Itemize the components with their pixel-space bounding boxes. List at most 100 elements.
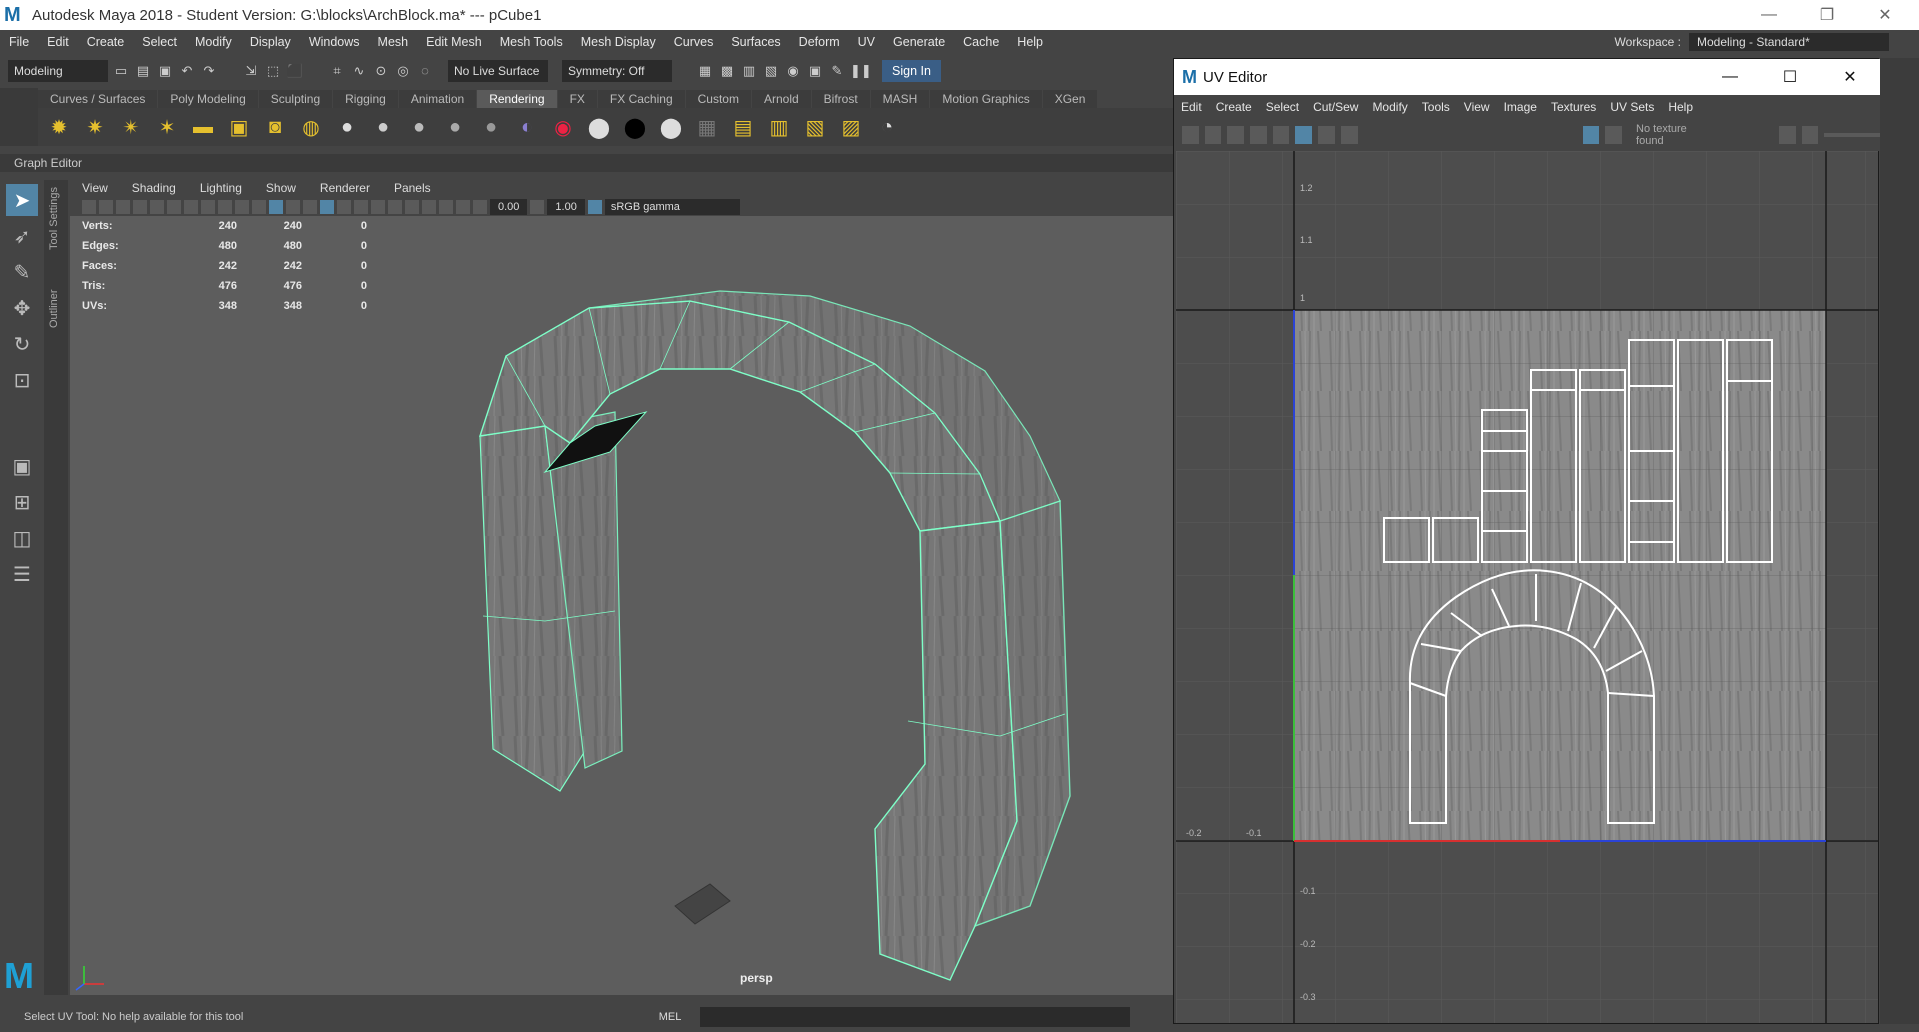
menu-windows[interactable]: Windows (300, 35, 369, 49)
xray-icon[interactable] (439, 200, 453, 214)
isolate-select-icon[interactable] (422, 200, 436, 214)
shelf-tab-xgen[interactable]: XGen (1042, 90, 1098, 108)
uv-minimize-button[interactable]: — (1700, 59, 1760, 95)
panel-menu-view[interactable]: View (70, 181, 120, 195)
menu-display[interactable]: Display (241, 35, 300, 49)
shelf-tab-arnold[interactable]: Arnold (751, 90, 811, 108)
select-hierarchy-icon[interactable]: ⇲ (242, 62, 260, 80)
antialiasing-icon[interactable] (388, 200, 402, 214)
safe-action-icon[interactable] (235, 200, 249, 214)
render-seq-icon[interactable]: ▨ (836, 112, 866, 142)
exposure-field[interactable]: 0.00 (490, 199, 528, 215)
menu-mesh-tools[interactable]: Mesh Tools (491, 35, 572, 49)
mode-dropdown[interactable]: Modeling (8, 60, 108, 82)
menu-select[interactable]: Select (133, 35, 186, 49)
command-line-input[interactable] (700, 1007, 1130, 1027)
texture-icon[interactable]: ▦ (692, 112, 722, 142)
undo-icon[interactable]: ↶ (178, 62, 196, 80)
minimize-button[interactable]: — (1740, 0, 1798, 30)
checker-icon[interactable] (1605, 126, 1623, 144)
panel-menu-panels[interactable]: Panels (382, 181, 443, 195)
tool-settings-tab[interactable]: Tool Settings (48, 187, 60, 250)
uv-menu-textures[interactable]: Textures (1544, 100, 1603, 114)
single-layout-icon[interactable]: ▣ (6, 450, 38, 482)
new-scene-icon[interactable]: ▭ (112, 62, 130, 80)
snap-point-icon[interactable]: ⊙ (372, 62, 390, 80)
bookmarks-icon[interactable] (116, 200, 130, 214)
resolution-gate-icon[interactable] (184, 200, 198, 214)
depth-of-field-icon[interactable] (405, 200, 419, 214)
shelf-tab-fx-caching[interactable]: FX Caching (597, 90, 685, 108)
camera-icon[interactable]: ◙ (260, 112, 290, 142)
use-lights-icon[interactable] (320, 200, 334, 214)
render-view-icon[interactable]: ▩ (718, 62, 736, 80)
mel-label[interactable]: MEL (640, 1011, 700, 1023)
menu-uv[interactable]: UV (849, 35, 884, 49)
motion-blur-icon[interactable] (371, 200, 385, 214)
uv-menu-image[interactable]: Image (1497, 100, 1544, 114)
surface-shader-icon[interactable]: ⬤ (584, 112, 614, 142)
uv-menu-create[interactable]: Create (1209, 100, 1259, 114)
directional-light-icon[interactable]: ✹ (44, 112, 74, 142)
select-component-icon[interactable]: ⬛ (286, 62, 304, 80)
spot-light-icon[interactable]: ✴ (116, 112, 146, 142)
menu-cache[interactable]: Cache (954, 35, 1008, 49)
batch-render-icon[interactable]: ▧ (800, 112, 830, 142)
smooth-shade-icon[interactable] (269, 200, 283, 214)
uv-camera-icon[interactable] (1340, 126, 1358, 144)
camera-select-icon[interactable] (82, 200, 96, 214)
workspace-dropdown[interactable]: Modeling - Standard* (1689, 33, 1889, 51)
ambient-light-icon[interactable]: ✶ (152, 112, 182, 142)
color-space-dropdown[interactable]: sRGB gamma (604, 199, 740, 215)
wireframe-on-shaded-icon[interactable] (286, 200, 300, 214)
uv-image-icon[interactable] (1801, 126, 1819, 144)
uv-shell-icon[interactable] (1182, 126, 1199, 144)
perspective-viewport[interactable]: Verts: 240 240 0 Edges: 480 480 0 Faces: 242 242… (70, 216, 1175, 995)
select-tool-icon[interactable]: ➤ (6, 184, 38, 216)
sign-in-button[interactable]: Sign In (882, 60, 941, 82)
render-frame-icon[interactable]: ▥ (740, 62, 758, 80)
menu-help[interactable]: Help (1008, 35, 1052, 49)
save-scene-icon[interactable]: ▣ (156, 62, 174, 80)
shelf-tab-fx[interactable]: FX (557, 90, 597, 108)
rotate-tool-icon[interactable]: ↻ (6, 328, 38, 360)
playblast-icon[interactable]: ◔ (872, 112, 902, 142)
display-image-icon[interactable] (1582, 126, 1600, 144)
shelf-tab-sculpting[interactable]: Sculpting (258, 90, 333, 108)
grid-toggle-icon[interactable] (150, 200, 164, 214)
menu-deform[interactable]: Deform (790, 35, 849, 49)
panel-menu-lighting[interactable]: Lighting (188, 181, 254, 195)
menu-surfaces[interactable]: Surfaces (722, 35, 789, 49)
menu-file[interactable]: File (0, 35, 38, 49)
uv-menu-cut-sew[interactable]: Cut/Sew (1306, 100, 1365, 114)
xray-joints-icon[interactable] (456, 200, 470, 214)
menu-generate[interactable]: Generate (884, 35, 954, 49)
pause-icon[interactable]: ❚❚ (850, 62, 872, 80)
outliner-tab[interactable]: Outliner (48, 289, 60, 328)
shadows-icon[interactable] (337, 200, 351, 214)
gamma-icon[interactable] (530, 200, 545, 214)
outliner-layout-icon[interactable]: ☰ (6, 558, 38, 590)
menu-edit[interactable]: Edit (38, 35, 78, 49)
uv-menu-modify[interactable]: Modify (1365, 100, 1414, 114)
image-plane-icon[interactable] (133, 200, 147, 214)
render-icon[interactable]: ▤ (728, 112, 758, 142)
shelf-tab-bifrost[interactable]: Bifrost (811, 90, 870, 108)
uv-frame-icon[interactable] (1272, 126, 1290, 144)
uv-edge-icon[interactable] (1227, 126, 1245, 144)
light-editor-icon[interactable]: ✎ (828, 62, 846, 80)
render-settings-icon[interactable]: ▦ (696, 62, 714, 80)
uv-close-button[interactable]: ✕ (1820, 59, 1880, 95)
scale-tool-icon[interactable]: ⊡ (6, 364, 38, 396)
uv-menu-edit[interactable]: Edit (1174, 100, 1209, 114)
film-gate-icon[interactable] (167, 200, 181, 214)
shading-map-icon[interactable]: ⬤ (656, 112, 686, 142)
uv-menu-view[interactable]: View (1457, 100, 1497, 114)
menu-curves[interactable]: Curves (665, 35, 723, 49)
menu-create[interactable]: Create (78, 35, 134, 49)
snap-curve-icon[interactable]: ∿ (350, 62, 368, 80)
select-object-icon[interactable]: ⬚ (264, 62, 282, 80)
use-background-icon[interactable]: ⬤ (620, 112, 650, 142)
gamma-field[interactable]: 1.00 (547, 199, 585, 215)
lasso-tool-icon[interactable]: ➶ (6, 220, 38, 252)
